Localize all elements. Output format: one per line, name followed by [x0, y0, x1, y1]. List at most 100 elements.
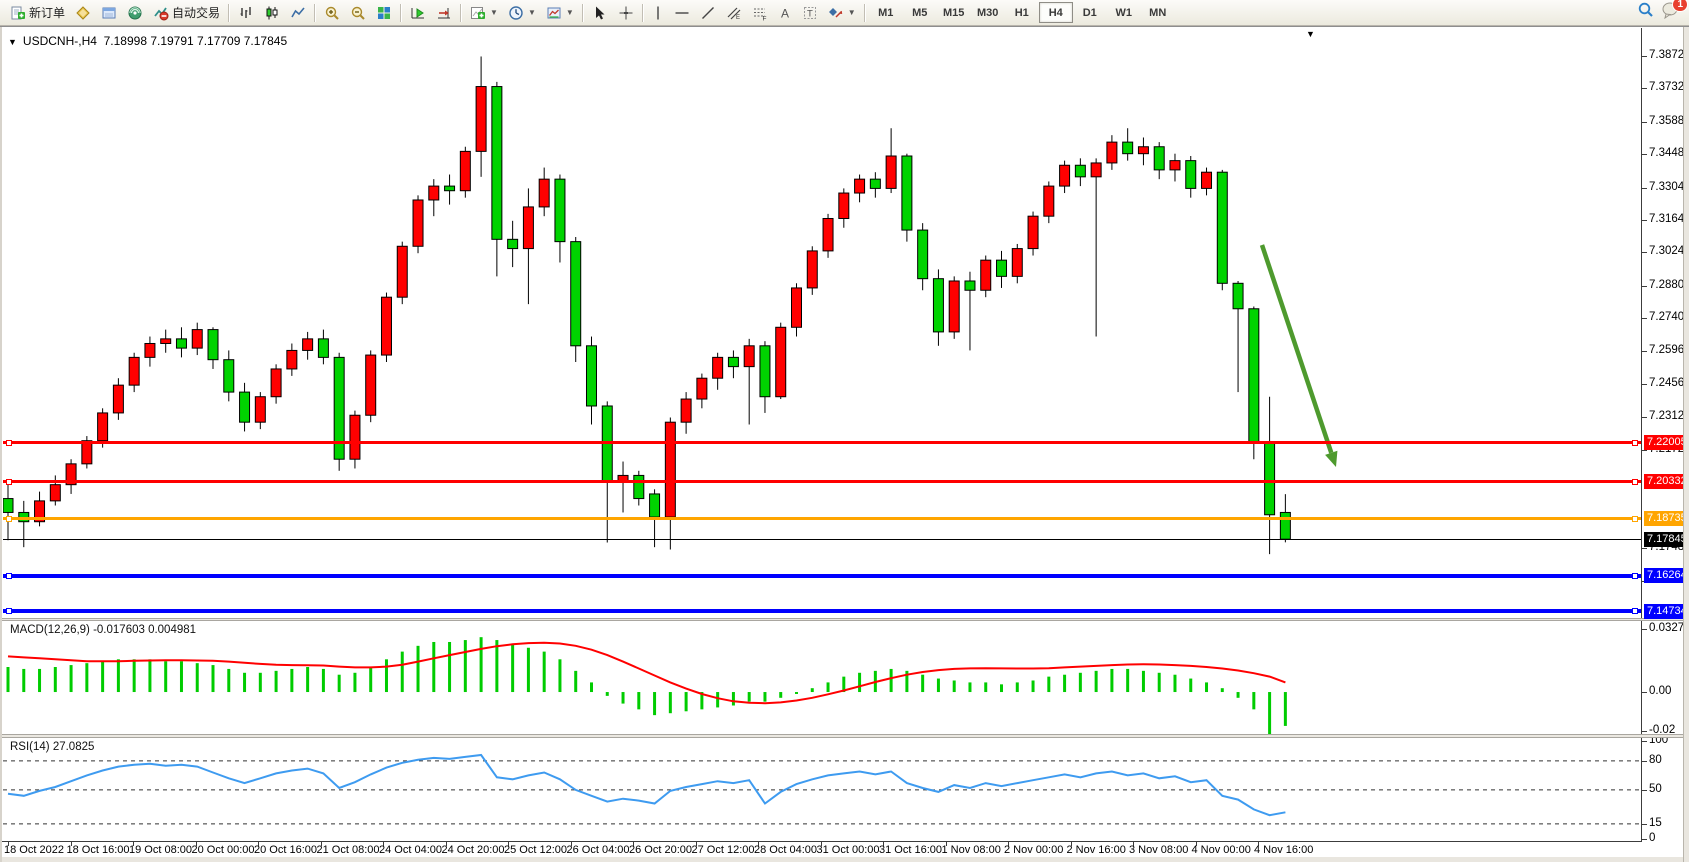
horizontal-level-line[interactable]: [3, 441, 1641, 444]
chart-shift-marker[interactable]: ▼: [1306, 29, 1315, 39]
horizontal-level-line[interactable]: [3, 609, 1641, 613]
cursor-tool-button[interactable]: [587, 1, 613, 24]
crosshair-tool-button[interactable]: [613, 1, 639, 24]
tile-windows-button[interactable]: [371, 1, 397, 24]
pane-separator[interactable]: [0, 734, 1689, 738]
trendline-tool-button[interactable]: [695, 1, 721, 24]
time-tick-label: 20 Oct 00:00: [192, 844, 255, 856]
svg-text:A: A: [781, 6, 789, 20]
chevron-down-icon: ▼: [566, 8, 574, 17]
timeframe-mn[interactable]: MN: [1141, 2, 1175, 23]
chart-window[interactable]: ▼USDCNH-,H4 7.18998 7.19791 7.17709 7.17…: [0, 26, 1689, 862]
text-tool-button[interactable]: A: [773, 1, 797, 24]
main-chart-canvas[interactable]: [3, 28, 1641, 618]
chart-shift-icon: [436, 5, 452, 21]
auto-trading-button[interactable]: 自动交易: [148, 1, 225, 24]
rsi-tick: [1642, 839, 1647, 840]
macd-tick: [1642, 731, 1647, 732]
channel-tool-button[interactable]: E: [721, 1, 747, 24]
timeframe-w1[interactable]: W1: [1107, 2, 1141, 23]
line-handle[interactable]: [6, 573, 12, 579]
current-price-line: [3, 539, 1641, 540]
notification-badge: 1: [1672, 0, 1688, 12]
line-handle[interactable]: [1632, 479, 1638, 485]
line-handle[interactable]: [1632, 440, 1638, 446]
rsi-canvas[interactable]: [3, 738, 1641, 841]
time-tick-label: 20 Oct 16:00: [254, 844, 317, 856]
chevron-down-icon: ▼: [490, 8, 498, 17]
time-tick-label: 31 Oct 00:00: [817, 844, 880, 856]
line-handle[interactable]: [6, 440, 12, 446]
templates-button[interactable]: ▼: [541, 1, 579, 24]
time-tick-label: 21 Oct 08:00: [317, 844, 380, 856]
zoom-in-icon: [324, 5, 340, 21]
text-label-tool-button[interactable]: T: [797, 1, 823, 24]
toolbar-separator: [314, 4, 316, 22]
zoom-in-button[interactable]: [319, 1, 345, 24]
macd-label: MACD(12,26,9) -0.017603 0.004981: [10, 624, 196, 636]
time-tick-label: 18 Oct 2022: [4, 844, 64, 856]
macd-tick: [1642, 692, 1647, 693]
zoom-out-button[interactable]: [345, 1, 371, 24]
timeframe-group: M1M5M15M30H1H4D1W1MN: [869, 2, 1175, 23]
pane-separator[interactable]: [0, 618, 1689, 621]
price-tick: [1642, 88, 1647, 89]
time-tick-label: 19 Oct 08:00: [129, 844, 192, 856]
auto-trading-label: 自动交易: [172, 4, 220, 21]
timeframe-m1[interactable]: M1: [869, 2, 903, 23]
line-chart-button[interactable]: [285, 1, 311, 24]
bar-chart-button[interactable]: [233, 1, 259, 24]
horizontal-line-icon: [674, 5, 690, 21]
notifications-button[interactable]: 1: [1661, 1, 1681, 24]
candlestick-chart-icon: [264, 5, 280, 21]
horizontal-level-line[interactable]: [3, 574, 1641, 578]
market-watch-button[interactable]: [70, 1, 96, 24]
line-handle[interactable]: [1632, 573, 1638, 579]
line-handle[interactable]: [6, 516, 12, 522]
indicators-button[interactable]: ▼: [465, 1, 503, 24]
timeframe-d1[interactable]: D1: [1073, 2, 1107, 23]
horizontal-line-tool-button[interactable]: [669, 1, 695, 24]
price-axis-line: [1641, 28, 1642, 841]
rsi-tick: [1642, 741, 1647, 742]
horizontal-level-line[interactable]: [3, 480, 1641, 483]
price-tick: [1642, 351, 1647, 352]
price-tick: [1642, 56, 1647, 57]
line-handle[interactable]: [6, 479, 12, 485]
timeframe-h1[interactable]: H1: [1005, 2, 1039, 23]
price-tick: [1642, 286, 1647, 287]
line-handle[interactable]: [1632, 516, 1638, 522]
mt4-window: 新订单 自动交易: [0, 0, 1689, 862]
periods-icon: [508, 5, 524, 21]
toolbar-separator: [582, 4, 584, 22]
price-tick: [1642, 417, 1647, 418]
timeframe-h4[interactable]: H4: [1039, 2, 1073, 23]
timeframe-m5[interactable]: M5: [903, 2, 937, 23]
strategy-tester-button[interactable]: [122, 1, 148, 24]
new-order-button[interactable]: 新订单: [5, 1, 70, 24]
price-tick: [1642, 318, 1647, 319]
fibonacci-tool-button[interactable]: F: [747, 1, 773, 24]
chart-shift-button[interactable]: [431, 1, 457, 24]
data-window-button[interactable]: [96, 1, 122, 24]
rsi-label: RSI(14) 27.0825: [10, 741, 94, 753]
line-handle[interactable]: [6, 608, 12, 614]
chart-title: ▼USDCNH-,H4 7.18998 7.19791 7.17709 7.17…: [8, 34, 287, 48]
chevron-down-icon: ▼: [848, 8, 856, 17]
timeframe-m15[interactable]: M15: [937, 2, 971, 23]
horizontal-level-line[interactable]: [3, 517, 1641, 520]
time-tick-label: 18 Oct 16:00: [67, 844, 130, 856]
vertical-line-tool-button[interactable]: [647, 1, 669, 24]
line-handle[interactable]: [1632, 608, 1638, 614]
auto-trading-icon: [153, 5, 169, 21]
timeframe-m30[interactable]: M30: [971, 2, 1005, 23]
candlestick-chart-button[interactable]: [259, 1, 285, 24]
search-icon[interactable]: [1637, 1, 1655, 24]
rsi-tick-label: 50: [1649, 783, 1662, 795]
auto-scroll-button[interactable]: [405, 1, 431, 24]
symbol-menu-icon[interactable]: ▼: [8, 37, 17, 47]
periods-button[interactable]: ▼: [503, 1, 541, 24]
tester-icon: [127, 5, 143, 21]
macd-canvas[interactable]: [3, 621, 1641, 734]
arrows-tool-button[interactable]: ▼: [823, 1, 861, 24]
